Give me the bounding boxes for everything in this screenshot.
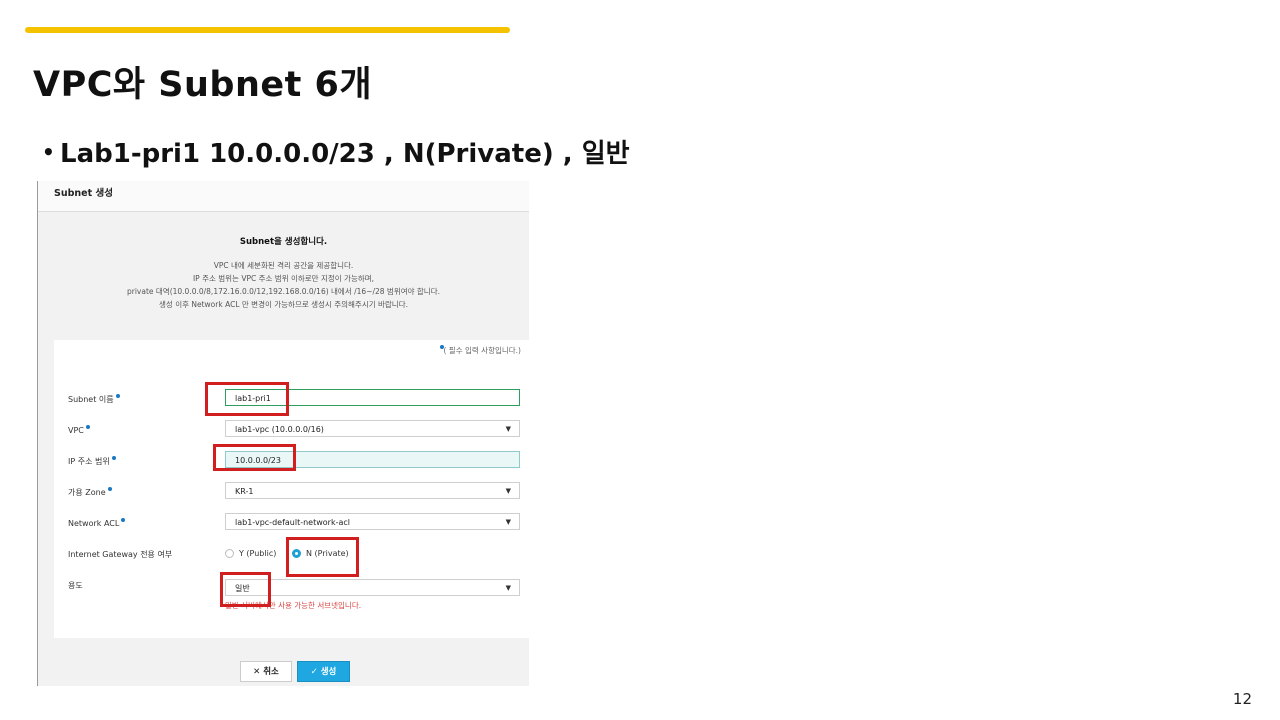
subnet-create-dialog: Subnet 생성 Subnet을 생성합니다. VPC 내에 세분화된 격리 … — [37, 181, 529, 686]
chevron-down-icon: ▼ — [505, 518, 511, 526]
subnet-name-label: Subnet 이름 — [68, 394, 120, 405]
required-dot-icon — [115, 394, 120, 398]
slide-title: VPC와 Subnet 6개 — [33, 65, 373, 105]
highlight-box-subnet-name — [205, 382, 289, 416]
bullet-mark: • — [42, 140, 55, 164]
accent-bar — [25, 27, 510, 33]
intro-line: IP 주소 범위는 VPC 주소 범위 이하로만 지정이 가능하며, — [192, 274, 375, 283]
required-dot-icon — [121, 518, 126, 522]
required-note: ( 필수 입력 사항입니다.) — [438, 345, 521, 356]
ip-range-label: IP 주소 범위 — [68, 456, 116, 467]
highlight-box-usage — [220, 572, 271, 607]
intro-line: private 대역(10.0.0.0/8,172.16.0.0/12,192.… — [127, 287, 440, 296]
vpc-select[interactable]: lab1-vpc (10.0.0.0/16) ▼ — [225, 420, 520, 437]
required-dot-icon — [111, 456, 116, 460]
highlight-box-igw — [286, 537, 359, 577]
zone-label: 가용 Zone — [68, 487, 112, 498]
intro-line: 생성 이후 Network ACL 만 변경이 가능하므로 생성시 주의해주시기… — [159, 300, 408, 309]
required-dot-icon — [85, 425, 90, 429]
network-acl-select[interactable]: lab1-vpc-default-network-acl ▼ — [225, 513, 520, 530]
create-button[interactable]: ✓ 생성 — [297, 661, 350, 682]
radio-off-icon — [225, 549, 234, 558]
vpc-label: VPC — [68, 425, 90, 435]
chevron-down-icon: ▼ — [505, 584, 511, 592]
subnet-form: ( 필수 입력 사항입니다.) Subnet 이름 lab1-pri1 VPC … — [54, 340, 529, 638]
intro-heading: Subnet을 생성합니다. — [239, 237, 328, 247]
dialog-title: Subnet 생성 — [38, 181, 529, 212]
igw-label: Internet Gateway 전용 여부 — [68, 550, 173, 559]
required-dot-icon — [107, 487, 112, 491]
intro-line: VPC 내에 세분화된 격리 공간을 제공합니다. — [213, 261, 354, 270]
cancel-button[interactable]: ✕ 취소 — [240, 661, 292, 682]
bullet-text: Lab1-pri1 10.0.0.0/23 , N(Private) , 일반 — [60, 139, 630, 169]
highlight-box-ip-range — [213, 444, 296, 471]
zone-select[interactable]: KR-1 ▼ — [225, 482, 520, 499]
page-number: 12 — [1232, 690, 1252, 708]
chevron-down-icon: ▼ — [505, 487, 511, 495]
igw-radio-public[interactable]: Y (Public) — [225, 549, 276, 558]
chevron-down-icon: ▼ — [505, 425, 511, 433]
network-acl-label: Network ACL — [68, 518, 126, 528]
dialog-intro: Subnet을 생성합니다. VPC 내에 세분화된 격리 공간을 제공합니다.… — [38, 236, 529, 311]
bullet-item: • Lab1-pri1 10.0.0.0/23 , N(Private) , 일반 — [42, 133, 630, 170]
usage-label: 용도 — [68, 581, 83, 590]
